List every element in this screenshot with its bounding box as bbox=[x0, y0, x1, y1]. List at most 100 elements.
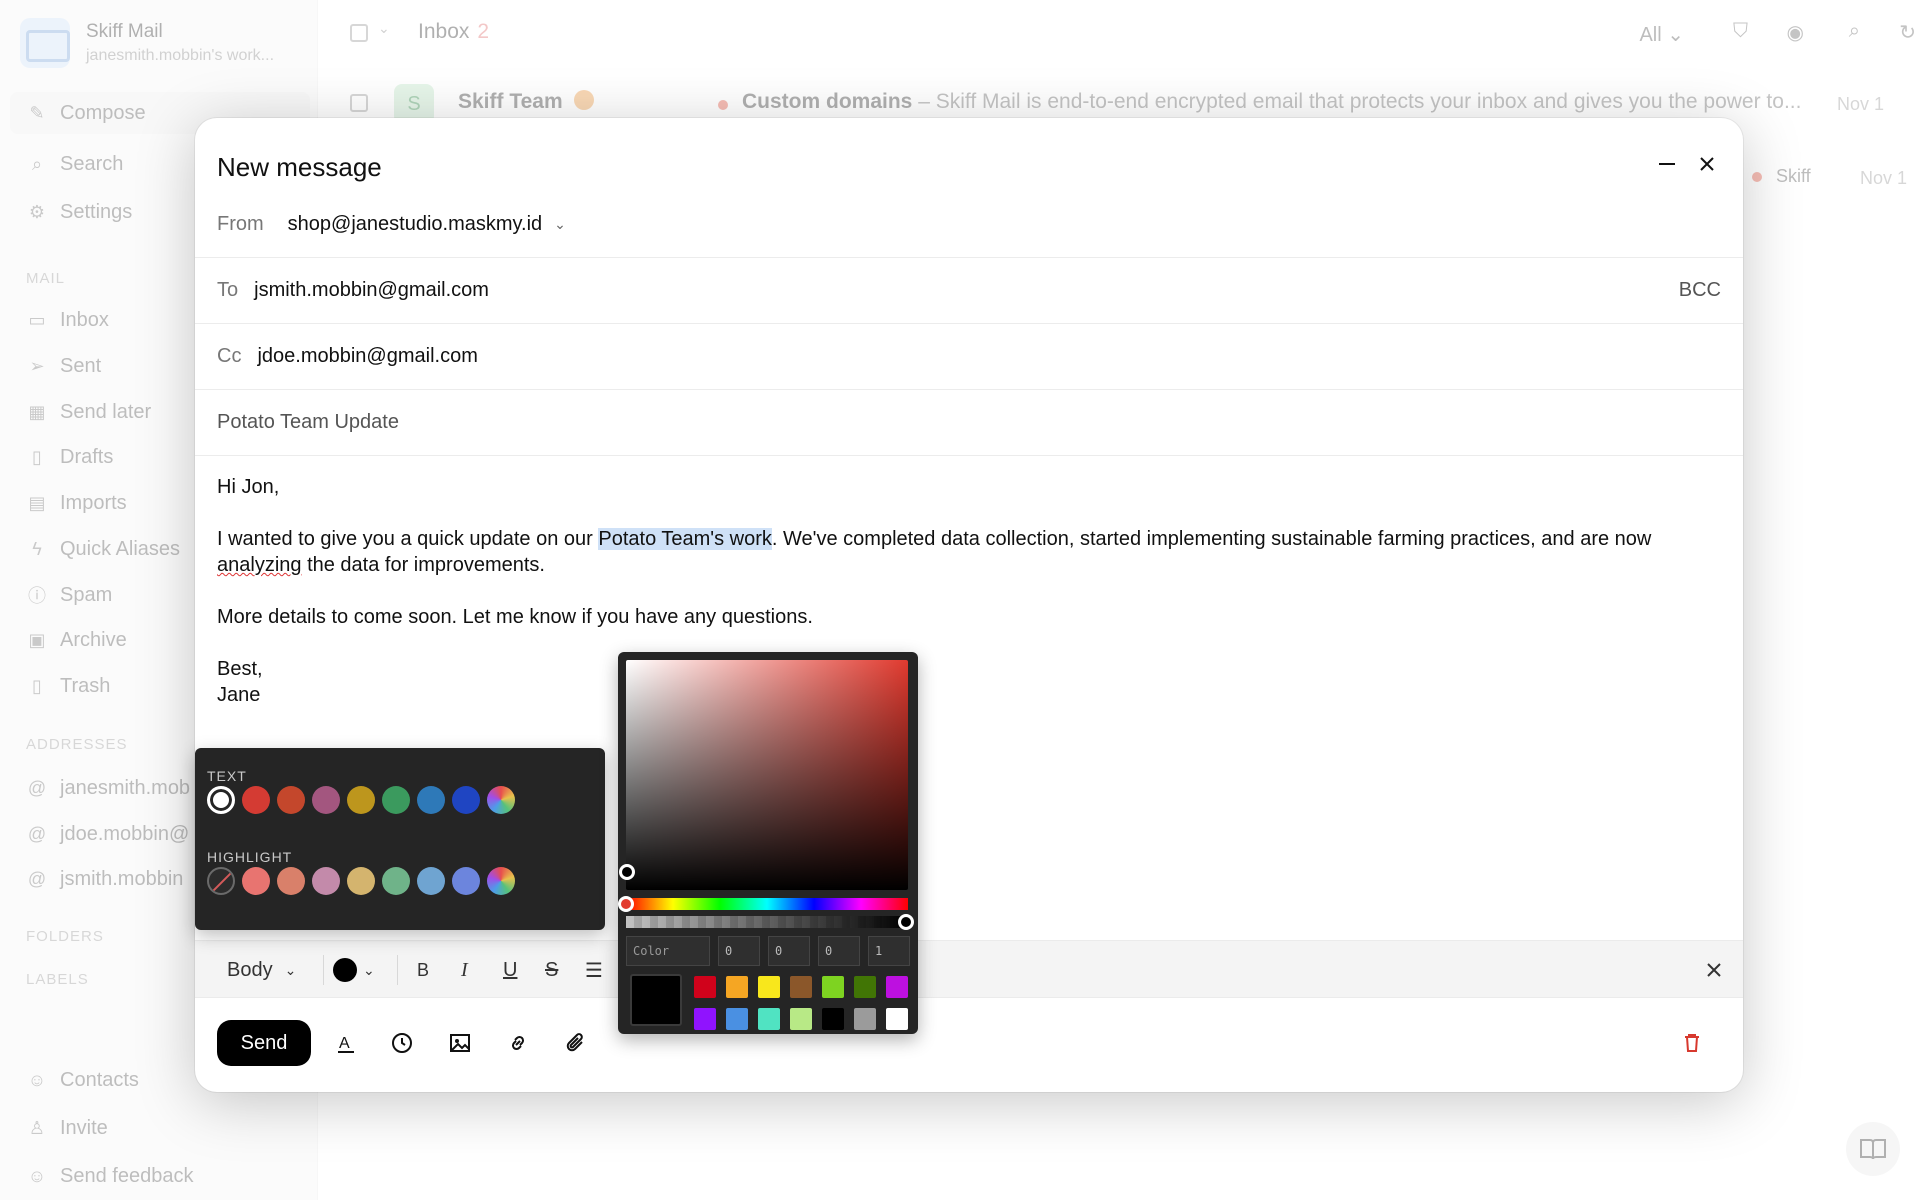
alpha-input[interactable]: 1 bbox=[868, 936, 910, 966]
green-input[interactable]: 0 bbox=[768, 936, 810, 966]
preset-color-swatch[interactable] bbox=[886, 1008, 908, 1030]
text-color-swatch-selected[interactable] bbox=[207, 786, 235, 814]
sidebar-item-sent[interactable]: ➢ Sent bbox=[26, 352, 101, 380]
alpha-handle[interactable] bbox=[898, 914, 914, 930]
saturation-handle[interactable] bbox=[619, 864, 635, 880]
insert-image-button[interactable] bbox=[447, 1030, 473, 1056]
preset-color-swatch[interactable] bbox=[694, 1008, 716, 1030]
text-color-swatch[interactable] bbox=[347, 786, 375, 814]
no-highlight-swatch[interactable] bbox=[207, 867, 235, 895]
text-format-button[interactable]: A bbox=[333, 1030, 359, 1056]
insert-link-button[interactable] bbox=[505, 1030, 531, 1056]
blue-input[interactable]: 0 bbox=[818, 936, 860, 966]
hex-input[interactable]: Color bbox=[626, 936, 710, 966]
close-button[interactable] bbox=[1693, 150, 1721, 178]
address-item[interactable]: @ janesmith.mob bbox=[26, 774, 190, 802]
account-icon[interactable]: ◉ bbox=[1787, 20, 1804, 45]
send-button[interactable]: Send bbox=[217, 1020, 311, 1066]
cc-field[interactable]: Cc jdoe.mobbin@gmail.com bbox=[195, 324, 1743, 390]
hue-handle[interactable] bbox=[618, 896, 634, 912]
preset-color-swatch[interactable] bbox=[886, 976, 908, 998]
preset-color-swatch[interactable] bbox=[854, 976, 876, 998]
preset-color-swatch[interactable] bbox=[726, 1008, 748, 1030]
highlight-color-swatch[interactable] bbox=[312, 867, 340, 895]
highlight-color-swatch[interactable] bbox=[242, 867, 270, 895]
sidebar-item-send-feedback[interactable]: ☺ Send feedback bbox=[26, 1162, 194, 1190]
preset-color-swatch[interactable] bbox=[822, 1008, 844, 1030]
row-checkbox[interactable] bbox=[350, 94, 368, 112]
bullet-list-button[interactable]: ☰ bbox=[585, 957, 603, 983]
italic-button[interactable]: I bbox=[461, 957, 468, 983]
bold-button[interactable]: B bbox=[417, 957, 429, 983]
address-item[interactable]: @ jdoe.mobbin@ bbox=[26, 820, 189, 848]
highlight-color-swatch[interactable] bbox=[277, 867, 305, 895]
text-color-swatch[interactable] bbox=[452, 786, 480, 814]
filter-dropdown[interactable]: All ⌄ bbox=[1639, 22, 1684, 47]
text-format-icon: A bbox=[338, 1035, 354, 1053]
to-field[interactable]: To jsmith.mobbin@gmail.com BCC bbox=[195, 258, 1743, 324]
preset-color-swatch[interactable] bbox=[758, 976, 780, 998]
sidebar-item-drafts[interactable]: ▯ Drafts bbox=[26, 443, 113, 471]
preset-color-swatch[interactable] bbox=[790, 1008, 812, 1030]
subject-field[interactable]: Potato Team Update bbox=[195, 390, 1743, 456]
message-body-editor[interactable]: Hi Jon, I wanted to give you a quick upd… bbox=[217, 474, 1727, 708]
close-toolbar-button[interactable] bbox=[1707, 957, 1721, 983]
discard-draft-button[interactable] bbox=[1679, 1030, 1705, 1056]
chevron-down-icon[interactable]: ⌄ bbox=[378, 20, 390, 37]
to-label: To bbox=[217, 279, 239, 301]
sidebar-item-quick-aliases[interactable]: ϟ Quick Aliases bbox=[26, 535, 180, 563]
highlight-color-swatch[interactable] bbox=[347, 867, 375, 895]
custom-text-color-swatch[interactable] bbox=[487, 786, 515, 814]
saturation-value-area[interactable] bbox=[626, 660, 908, 890]
text-color-swatch[interactable] bbox=[312, 786, 340, 814]
sidebar-item-trash[interactable]: ▯ Trash bbox=[26, 672, 110, 700]
sidebar-item-imports[interactable]: ▤ Imports bbox=[26, 489, 126, 517]
red-input[interactable]: 0 bbox=[718, 936, 760, 966]
underline-button[interactable]: U bbox=[503, 957, 517, 983]
compose-button[interactable]: ✎ Compose bbox=[26, 99, 145, 127]
strikethrough-button[interactable]: S bbox=[545, 957, 558, 983]
select-all-checkbox[interactable] bbox=[350, 24, 368, 42]
chevron-down-icon[interactable]: ⌄ bbox=[554, 216, 566, 233]
alpha-slider[interactable] bbox=[626, 916, 908, 928]
sidebar-item-contacts[interactable]: ☺ Contacts bbox=[26, 1066, 139, 1094]
sidebar-item-archive[interactable]: ▣ Archive bbox=[26, 626, 126, 654]
text-color-swatch[interactable] bbox=[382, 786, 410, 814]
highlight-color-swatch[interactable] bbox=[382, 867, 410, 895]
hue-slider[interactable] bbox=[626, 898, 908, 910]
sidebar-item-spam[interactable]: ⓘ Spam bbox=[26, 581, 112, 609]
sidebar-item-invite[interactable]: ♙ Invite bbox=[26, 1114, 108, 1142]
search-button[interactable]: ⌕ Search bbox=[26, 150, 123, 178]
sidebar-item-inbox[interactable]: ▭ Inbox bbox=[26, 306, 108, 334]
bcc-toggle[interactable]: BCC bbox=[1679, 279, 1721, 302]
misspelled-word[interactable]: analyzing bbox=[217, 554, 302, 576]
text-style-dropdown[interactable]: Body ⌄ bbox=[227, 957, 296, 983]
help-button[interactable] bbox=[1846, 1122, 1900, 1176]
attach-file-button[interactable] bbox=[563, 1030, 589, 1056]
to-recipient[interactable]: jsmith.mobbin@gmail.com bbox=[254, 279, 489, 302]
text-color-swatch[interactable] bbox=[417, 786, 445, 814]
cc-recipient[interactable]: jdoe.mobbin@gmail.com bbox=[257, 345, 477, 368]
search-icon[interactable]: ⌕ bbox=[1849, 20, 1860, 43]
preset-color-swatch[interactable] bbox=[726, 976, 748, 998]
preset-color-swatch[interactable] bbox=[694, 976, 716, 998]
text-color-swatch[interactable] bbox=[242, 786, 270, 814]
text-color-button[interactable]: ⌄ bbox=[333, 957, 375, 983]
custom-highlight-color-swatch[interactable] bbox=[487, 867, 515, 895]
preset-color-swatch[interactable] bbox=[790, 976, 812, 998]
text-color-swatch[interactable] bbox=[277, 786, 305, 814]
preset-color-swatch[interactable] bbox=[822, 976, 844, 998]
preset-color-swatch[interactable] bbox=[758, 1008, 780, 1030]
minimize-button[interactable] bbox=[1653, 150, 1681, 178]
refresh-icon[interactable]: ↻ bbox=[1899, 20, 1916, 45]
from-field[interactable]: From shop@janestudio.maskmy.id ⌄ bbox=[195, 192, 1743, 258]
preset-color-swatch[interactable] bbox=[854, 1008, 876, 1030]
highlight-color-swatch[interactable] bbox=[417, 867, 445, 895]
highlight-color-swatch[interactable] bbox=[452, 867, 480, 895]
settings-button[interactable]: ⚙ Settings bbox=[26, 198, 132, 226]
sidebar-item-send-later[interactable]: ▦ Send later bbox=[26, 398, 151, 426]
account-switcher[interactable]: Skiff Mail janesmith.mobbin's work... bbox=[20, 18, 274, 68]
address-item[interactable]: @ jsmith.mobbin bbox=[26, 865, 184, 893]
schedule-send-button[interactable] bbox=[389, 1030, 415, 1056]
filter-icon[interactable]: ⛉ bbox=[1733, 20, 1748, 43]
